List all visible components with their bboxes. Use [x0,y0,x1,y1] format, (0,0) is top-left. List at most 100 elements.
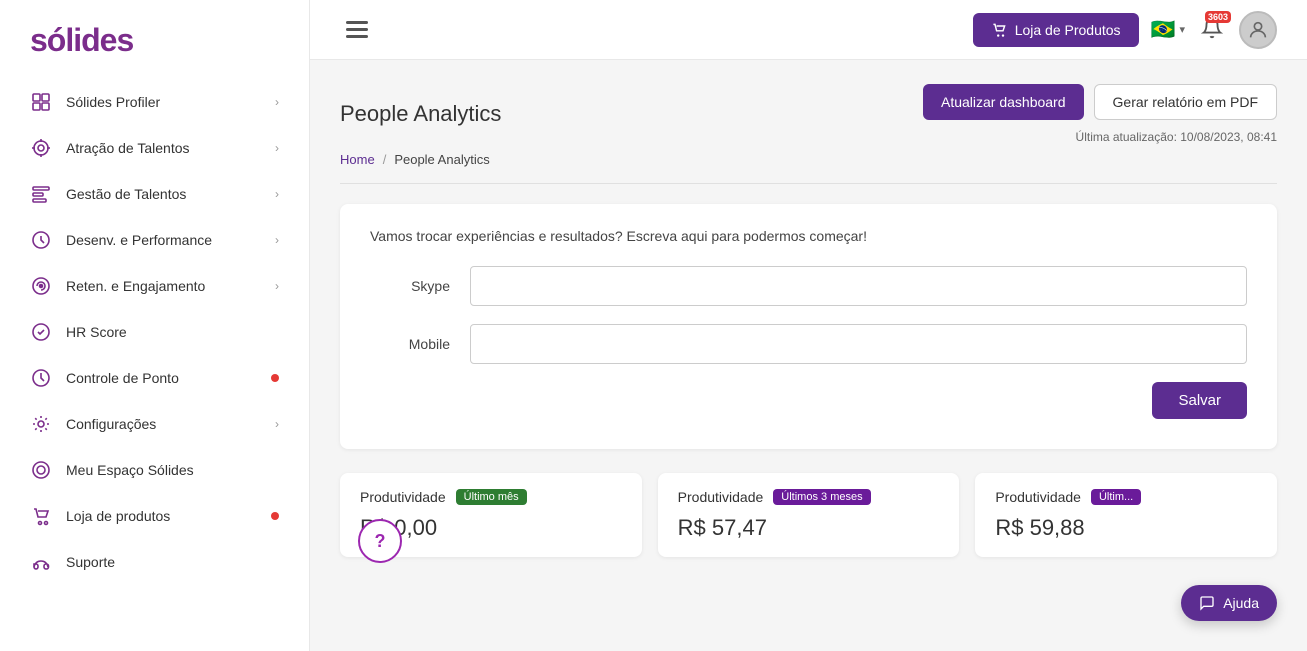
flag-icon: 🇧🇷 [1151,17,1176,42]
card-header: Produtividade Último mês [360,489,622,505]
help-fab-button[interactable]: Ajuda [1181,585,1277,621]
contact-form-card: Vamos trocar experiências e resultados? … [340,204,1277,449]
nav-menu: Sólides Profiler › Atração de Talentos › [0,79,309,651]
chat-icon [1199,595,1215,611]
chevron-right-icon: › [275,187,279,201]
card-title: Produtividade [360,489,446,505]
header-actions: Loja de Produtos 🇧🇷 ▾ 3603 [973,11,1277,49]
notification-dot [271,374,279,382]
mobile-label: Mobile [370,336,450,352]
card-value: R$ 59,88 [995,515,1257,541]
sidebar-item-espaco[interactable]: Meu Espaço Sólides [0,447,309,493]
hamburger-line [346,35,368,38]
skype-row: Skype [370,266,1247,306]
chevron-right-icon: › [275,95,279,109]
action-buttons: Atualizar dashboard Gerar relatório em P… [923,84,1277,120]
sidebar-item-label: Sólides Profiler [66,94,275,110]
breadcrumb: Home / People Analytics [340,152,1277,184]
badge-3months: Últimos 3 meses [773,489,870,505]
sidebar-item-label: Gestão de Talentos [66,186,275,202]
avatar [1239,11,1277,49]
save-button[interactable]: Salvar [1152,382,1247,419]
help-question-bubble[interactable]: ? [358,519,402,563]
mobile-input[interactable] [470,324,1247,364]
card-value: R$ 57,47 [678,515,940,541]
profiler-icon [30,91,52,113]
chevron-right-icon: › [275,141,279,155]
user-avatar-button[interactable] [1239,11,1277,49]
ponto-icon [30,367,52,389]
sidebar-item-label: HR Score [66,324,279,340]
sidebar-item-atracao[interactable]: Atração de Talentos › [0,125,309,171]
question-mark-label: ? [375,531,386,552]
card-header: Produtividade Últim... [995,489,1257,505]
card-last-3months: Produtividade Últimos 3 meses R$ 57,47 [658,473,960,557]
page-actions: Atualizar dashboard Gerar relatório em P… [923,84,1277,144]
notification-count: 3603 [1205,11,1231,23]
gestao-icon [30,183,52,205]
hrscore-icon [30,321,52,343]
sidebar-item-desenv[interactable]: Desenv. e Performance › [0,217,309,263]
productivity-cards: Produtividade Último mês R$ 0,00 Produti… [340,473,1277,557]
card-header: Produtividade Últimos 3 meses [678,489,940,505]
sidebar-item-suporte[interactable]: Suporte [0,539,309,585]
sidebar-item-label: Controle de Ponto [66,370,265,386]
card-title: Produtividade [678,489,764,505]
sidebar-item-gestao[interactable]: Gestão de Talentos › [0,171,309,217]
loja-btn-label: Loja de Produtos [1015,22,1121,38]
update-dashboard-button[interactable]: Atualizar dashboard [923,84,1084,120]
sidebar-item-label: Atração de Talentos [66,140,275,156]
sidebar-item-ponto[interactable]: Controle de Ponto [0,355,309,401]
chevron-right-icon: › [275,279,279,293]
page-title: People Analytics [340,101,501,127]
suporte-icon [30,551,52,573]
logo: sólides [0,10,309,79]
page-header: People Analytics Atualizar dashboard Ger… [340,84,1277,144]
sidebar-item-label: Reten. e Engajamento [66,278,275,294]
form-actions: Salvar [370,382,1247,419]
sidebar-item-hrscore[interactable]: HR Score [0,309,309,355]
notification-dot [271,512,279,520]
hamburger-line [346,28,368,31]
card-title: Produtividade [995,489,1081,505]
breadcrumb-separator: / [383,152,387,167]
card-other: Produtividade Últim... R$ 59,88 [975,473,1277,557]
atracao-icon [30,137,52,159]
help-btn-label: Ajuda [1223,595,1259,611]
sidebar-item-label: Desenv. e Performance [66,232,275,248]
badge-other: Últim... [1091,489,1141,505]
top-header: Loja de Produtos 🇧🇷 ▾ 3603 [310,0,1307,60]
last-update-text: Última atualização: 10/08/2023, 08:41 [1076,130,1277,144]
sidebar-item-loja[interactable]: Loja de produtos [0,493,309,539]
skype-input[interactable] [470,266,1247,306]
badge-last-month: Último mês [456,489,527,505]
reten-icon [30,275,52,297]
sidebar-item-label: Meu Espaço Sólides [66,462,279,478]
loja-icon [30,505,52,527]
hamburger-line [346,21,368,24]
menu-toggle-button[interactable] [340,15,374,44]
chevron-right-icon: › [275,417,279,431]
cart-icon [991,22,1007,38]
notifications-button[interactable]: 3603 [1197,13,1227,46]
generate-report-button[interactable]: Gerar relatório em PDF [1094,84,1277,120]
espaco-icon [30,459,52,481]
sidebar-item-label: Configurações [66,416,275,432]
main-content: Loja de Produtos 🇧🇷 ▾ 3603 [310,0,1307,651]
sidebar: sólides Sólides Profiler › [0,0,310,651]
skype-label: Skype [370,278,450,294]
breadcrumb-current: People Analytics [394,152,489,167]
sidebar-item-label: Suporte [66,554,279,570]
sidebar-item-reten[interactable]: Reten. e Engajamento › [0,263,309,309]
sidebar-item-config[interactable]: Configurações › [0,401,309,447]
page-content: People Analytics Atualizar dashboard Ger… [310,60,1307,651]
desenv-icon [30,229,52,251]
breadcrumb-home[interactable]: Home [340,152,375,167]
sidebar-item-label: Loja de produtos [66,508,265,524]
chevron-down-icon: ▾ [1179,23,1185,36]
loja-produtos-button[interactable]: Loja de Produtos [973,13,1139,47]
chevron-right-icon: › [275,233,279,247]
sidebar-item-profiler[interactable]: Sólides Profiler › [0,79,309,125]
language-selector[interactable]: 🇧🇷 ▾ [1151,17,1185,42]
config-icon [30,413,52,435]
